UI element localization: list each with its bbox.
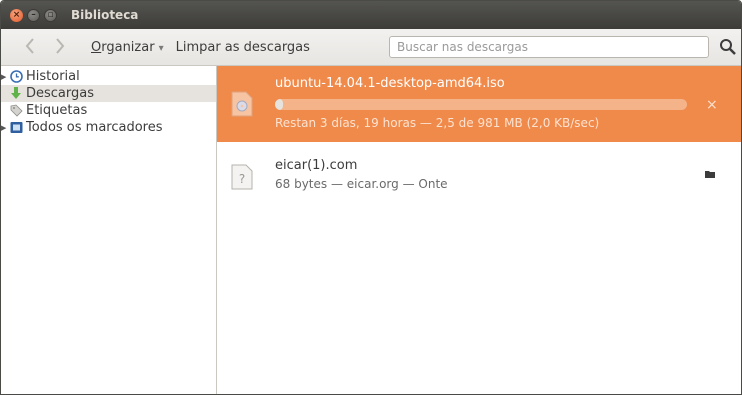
maximize-icon: ▫ (47, 9, 54, 20)
sidebar-tree: ▶ Historial Descargas Etiquetas ▶ Todos … (1, 66, 217, 394)
disc-file-icon (231, 91, 253, 117)
download-item-completed[interactable]: ? eicar(1).com 68 bytes — eicar.org — On… (217, 142, 741, 218)
download-filename: ubuntu-14.04.1-desktop-amd64.iso (275, 76, 505, 91)
sidebar-item-tags[interactable]: Etiquetas (1, 102, 216, 119)
download-progress-fill (275, 99, 284, 110)
sidebar-item-label: Todos os marcadores (26, 120, 163, 135)
expand-arrow-icon[interactable]: ▶ (1, 73, 9, 81)
sidebar-item-label: Historial (26, 69, 80, 84)
close-icon: × (12, 9, 21, 20)
search-icon[interactable] (719, 38, 737, 56)
expand-arrow-icon[interactable]: ▶ (1, 124, 9, 132)
download-arrow-icon (9, 87, 23, 101)
close-window-button[interactable]: × (10, 8, 23, 22)
window-title: Biblioteca (71, 8, 139, 22)
download-progress-bar (275, 99, 687, 110)
library-window: × – ▫ Biblioteca Organizar ▾ Limpar as de… (0, 0, 742, 395)
back-button[interactable] (15, 37, 45, 58)
sidebar-item-all-bookmarks[interactable]: ▶ Todos os marcadores (1, 119, 216, 136)
unknown-file-icon: ? (231, 164, 253, 190)
window-controls: × – ▫ (10, 8, 57, 22)
download-status: Restan 3 días, 19 horas — 2,5 de 981 MB … (275, 116, 600, 130)
minimize-icon: – (31, 9, 36, 20)
sidebar-item-label: Descargas (26, 86, 95, 101)
organize-label: rganizar (101, 39, 155, 55)
sidebar-item-downloads[interactable]: Descargas (1, 85, 216, 102)
library-content: ▶ Historial Descargas Etiquetas ▶ Todos … (1, 66, 741, 394)
downloads-list: ubuntu-14.04.1-desktop-amd64.iso Restan … (217, 66, 741, 394)
search-box[interactable] (389, 36, 709, 58)
download-filename: eicar(1).com (275, 158, 358, 173)
maximize-window-button[interactable]: ▫ (44, 8, 57, 22)
cancel-icon[interactable]: × (706, 97, 718, 113)
toolbar: Organizar ▾ Limpar as descargas (1, 29, 741, 66)
tag-icon (9, 104, 23, 118)
organize-mnemonic: O (91, 39, 102, 55)
minimize-window-button[interactable]: – (27, 8, 40, 22)
search-input[interactable] (390, 40, 697, 54)
forward-arrow-icon (56, 37, 65, 54)
bookmarks-folder-icon (9, 121, 23, 135)
organize-menu[interactable]: Organizar ▾ (91, 40, 164, 55)
download-status: 68 bytes — eicar.org — Onte (275, 177, 448, 191)
navigation-buttons (15, 37, 75, 58)
chevron-down-icon: ▾ (158, 42, 164, 54)
sidebar-item-history[interactable]: ▶ Historial (1, 68, 216, 85)
download-item-active[interactable]: ubuntu-14.04.1-desktop-amd64.iso Restan … (217, 66, 741, 142)
open-folder-icon[interactable] (705, 166, 715, 182)
sidebar-item-label: Etiquetas (26, 103, 88, 118)
clear-downloads-button[interactable]: Limpar as descargas (176, 40, 310, 55)
svg-text:?: ? (239, 172, 245, 186)
title-bar: × – ▫ Biblioteca (1, 1, 741, 29)
back-arrow-icon (25, 37, 34, 54)
forward-button[interactable] (45, 37, 75, 58)
clock-icon (9, 70, 23, 84)
